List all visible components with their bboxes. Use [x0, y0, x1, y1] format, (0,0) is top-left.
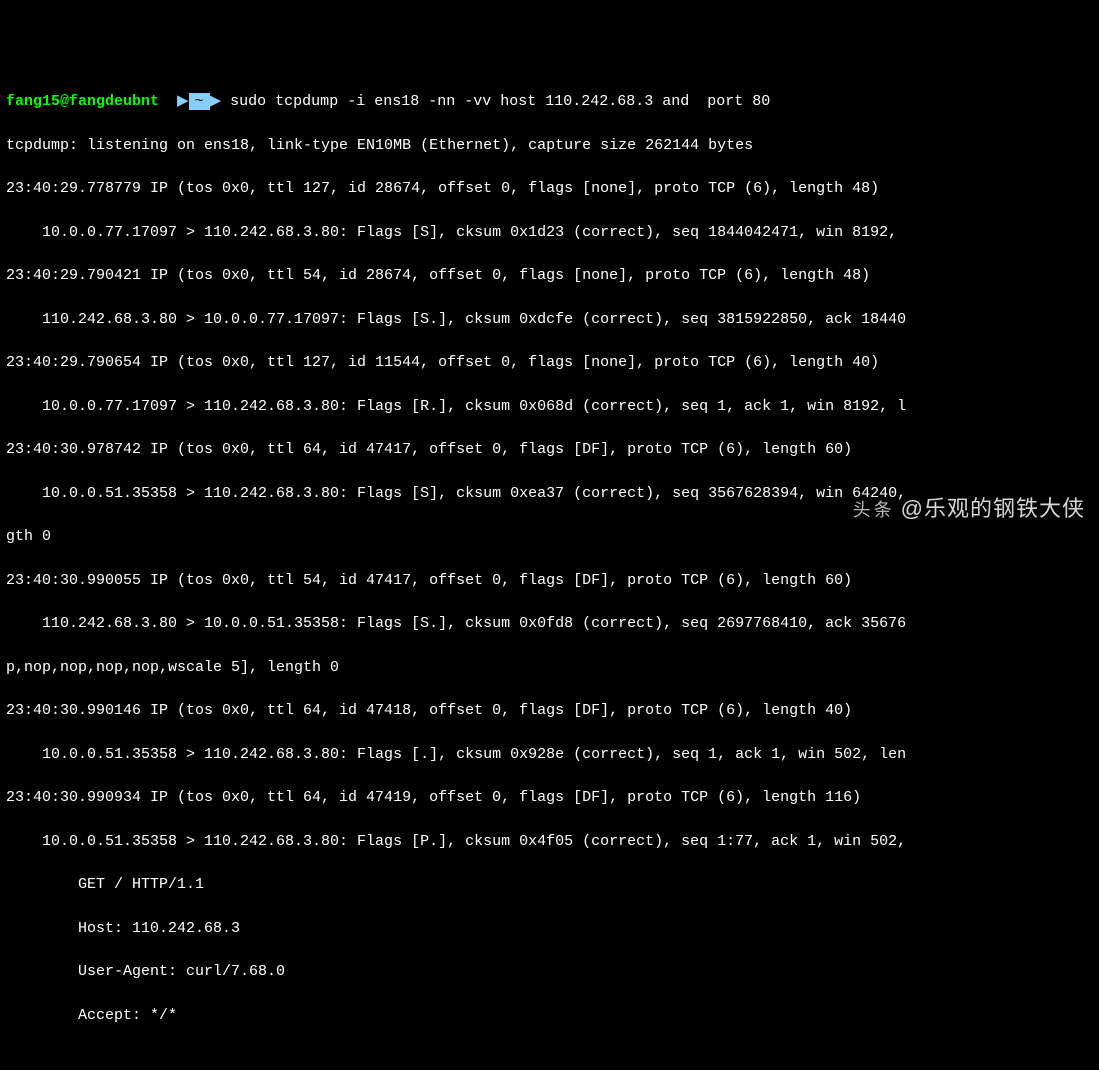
output-line: 10.0.0.51.35358 > 110.242.68.3.80: Flags… [6, 831, 1093, 853]
output-line: gth 0 [6, 526, 1093, 548]
arrow-right-icon: ▶ [210, 93, 222, 110]
output-line: 23:40:30.990055 IP (tos 0x0, ttl 54, id … [6, 570, 1093, 592]
output-line: tcpdump: listening on ens18, link-type E… [6, 135, 1093, 157]
output-line: 23:40:30.990146 IP (tos 0x0, ttl 64, id … [6, 700, 1093, 722]
output-line: 110.242.68.3.80 > 10.0.0.77.17097: Flags… [6, 309, 1093, 331]
output-line: 23:40:29.790421 IP (tos 0x0, ttl 54, id … [6, 265, 1093, 287]
output-line: p,nop,nop,nop,nop,wscale 5], length 0 [6, 657, 1093, 679]
watermark-author: @乐观的钢铁大侠 [901, 496, 1085, 521]
terminal-prompt-line[interactable]: fang15@fangdeubnt ▶~▶ sudo tcpdump -i en… [6, 91, 1093, 113]
output-line: 23:40:29.778779 IP (tos 0x0, ttl 127, id… [6, 178, 1093, 200]
output-line: 10.0.0.51.35358 > 110.242.68.3.80: Flags… [6, 744, 1093, 766]
watermark-brand: 头条 [853, 500, 895, 520]
output-line: User-Agent: curl/7.68.0 [6, 961, 1093, 983]
watermark: 头条 @乐观的钢铁大侠 [853, 493, 1085, 525]
output-line: 10.0.0.77.17097 > 110.242.68.3.80: Flags… [6, 396, 1093, 418]
output-line: 10.0.0.77.17097 > 110.242.68.3.80: Flags… [6, 222, 1093, 244]
output-line: GET / HTTP/1.1 [6, 874, 1093, 896]
prompt-user: fang15@fangdeubnt [6, 93, 159, 110]
output-line: 23:40:29.790654 IP (tos 0x0, ttl 127, id… [6, 352, 1093, 374]
output-line: Host: 110.242.68.3 [6, 918, 1093, 940]
prompt-path: ~ [189, 93, 210, 110]
output-line: 23:40:30.990934 IP (tos 0x0, ttl 64, id … [6, 787, 1093, 809]
output-line: Accept: */* [6, 1005, 1093, 1027]
output-line: 110.242.68.3.80 > 10.0.0.51.35358: Flags… [6, 613, 1093, 635]
arrow-right-icon: ▶ [177, 93, 189, 110]
output-line: 23:40:30.978742 IP (tos 0x0, ttl 64, id … [6, 439, 1093, 461]
command-text: sudo tcpdump -i ens18 -nn -vv host 110.2… [230, 93, 770, 110]
